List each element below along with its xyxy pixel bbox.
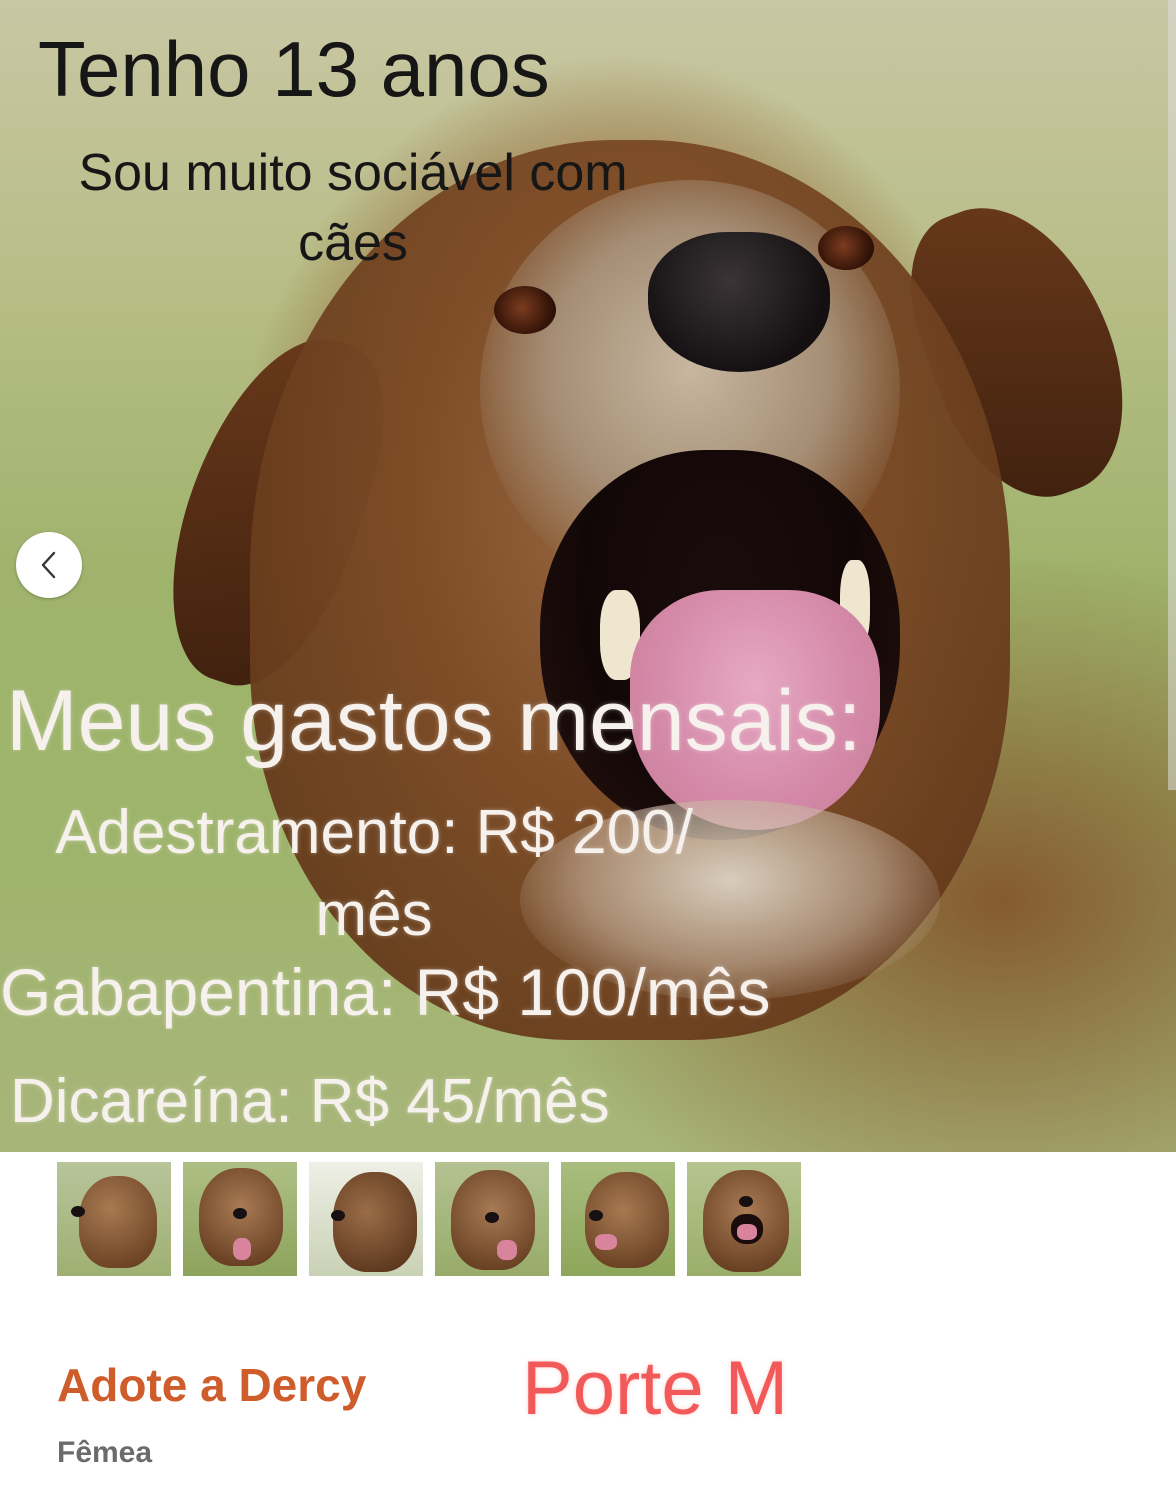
sex-label: Fêmea xyxy=(57,1436,153,1469)
thumbnail-1[interactable] xyxy=(57,1162,171,1276)
expense-item: Adestramento: R$ 200/ mês xyxy=(55,798,693,949)
thumbnail-5[interactable] xyxy=(561,1162,675,1276)
hero-photo: Tenho 13 anos Sou muito sociável com cãe… xyxy=(0,0,1176,1152)
expenses-title: Meus gastos mensais: xyxy=(6,673,862,769)
thumbnail-2[interactable] xyxy=(183,1162,297,1276)
thumbnail-strip xyxy=(57,1162,801,1276)
dog-nose xyxy=(648,232,830,372)
dog-eye-left xyxy=(494,286,556,334)
expense-item: Dicareína: R$ 45/mês xyxy=(10,1067,610,1136)
thumbnail-3[interactable] xyxy=(309,1162,423,1276)
dog-eye-right xyxy=(818,226,874,270)
social-text: Sou muito sociável com cães xyxy=(78,144,628,272)
chevron-left-icon xyxy=(41,551,56,579)
page-title: Adote a Dercy xyxy=(57,1359,367,1411)
expense-item: Gabapentina: R$ 100/mês xyxy=(0,955,771,1029)
thumbnail-4[interactable] xyxy=(435,1162,549,1276)
thumbnail-6[interactable] xyxy=(687,1162,801,1276)
age-text: Tenho 13 anos xyxy=(38,25,550,113)
previous-photo-button[interactable] xyxy=(16,532,82,598)
scrollbar[interactable] xyxy=(1168,0,1176,790)
size-label: Porte M xyxy=(522,1346,789,1431)
